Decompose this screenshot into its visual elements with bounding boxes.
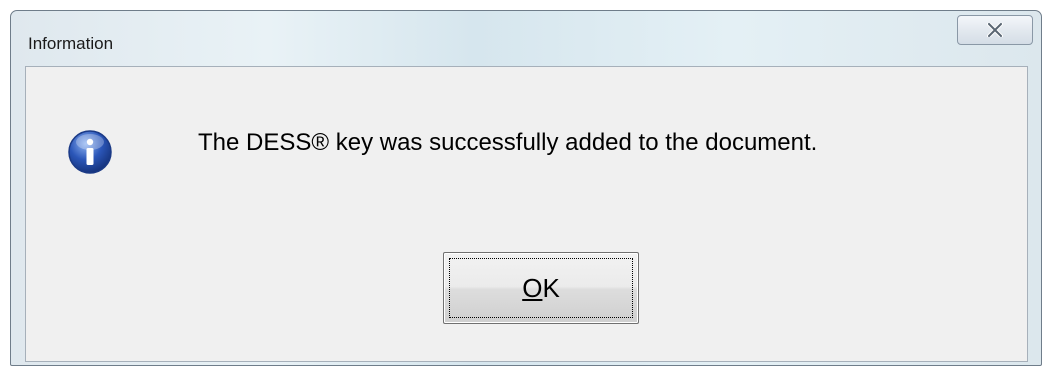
ok-button[interactable]: OK xyxy=(443,252,639,324)
ok-accelerator: O xyxy=(522,272,543,303)
close-button[interactable] xyxy=(957,15,1033,45)
dialog-body: The DESS® key was successfully added to … xyxy=(25,66,1028,362)
ok-label-rest: K xyxy=(542,272,560,303)
dialog-message: The DESS® key was successfully added to … xyxy=(198,129,818,156)
focus-rectangle: OK xyxy=(449,258,633,318)
info-icon xyxy=(68,130,112,174)
title-bar[interactable]: Information xyxy=(11,11,1041,53)
ok-button-label: OK xyxy=(522,273,560,304)
close-x-icon xyxy=(987,23,1003,37)
information-dialog: Information The DESS® key was successful… xyxy=(10,10,1042,366)
window-title: Information xyxy=(28,34,114,53)
